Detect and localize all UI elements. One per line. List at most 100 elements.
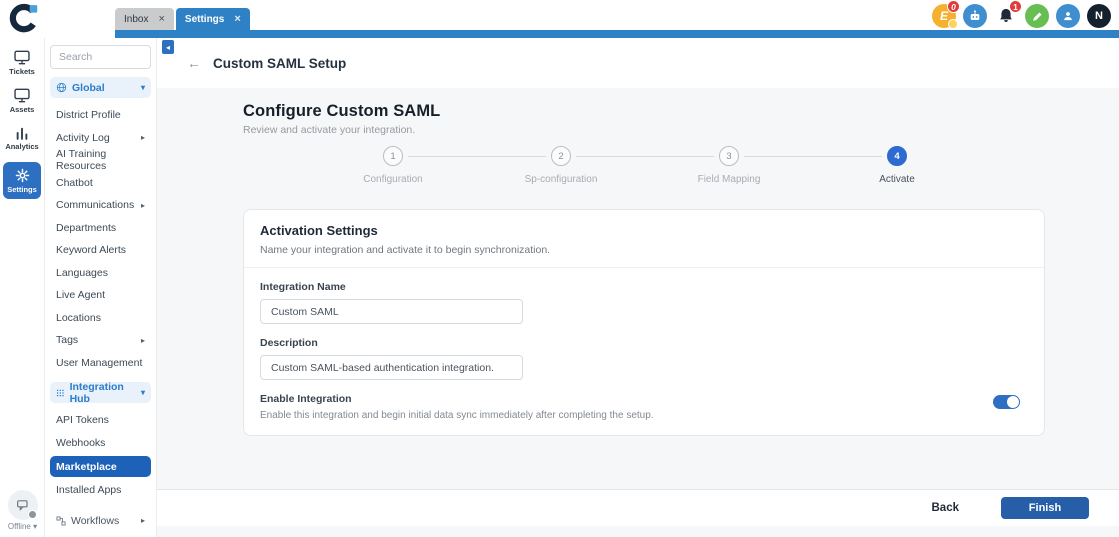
settings-sidebar: Global ▾ District Profile Activity Log▸ … — [45, 38, 157, 537]
item-label: Workflows — [71, 514, 120, 527]
sidebar-item-workflows[interactable]: Workflows ▸ — [50, 510, 151, 533]
tab-settings-close-icon[interactable]: × — [234, 13, 240, 25]
stepper: 1 Configuration 2 Sp-configuration 3 Fie… — [309, 146, 981, 185]
enable-integration-toggle[interactable] — [993, 395, 1020, 409]
step-circle[interactable]: 1 — [383, 146, 403, 166]
tab-inbox[interactable]: Inbox × — [115, 8, 174, 30]
caret-down-icon: ▾ — [140, 83, 145, 92]
item-label: District Profile — [56, 109, 121, 122]
item-label: API Tokens — [56, 414, 109, 427]
sidebar-item-ai-training-resources[interactable]: AI Training Resources — [50, 148, 151, 173]
step-circle[interactable]: 3 — [719, 146, 739, 166]
sidebar-item-languages[interactable]: Languages — [50, 262, 151, 285]
active-tab-strip — [115, 30, 1119, 38]
card-subtitle: Name your integration and activate it to… — [260, 244, 551, 256]
rail-label: Analytics — [5, 142, 39, 151]
integration-name-label: Integration Name — [260, 281, 346, 293]
description-input[interactable] — [260, 355, 523, 380]
user-avatar[interactable]: N — [1087, 4, 1111, 28]
sidebar-section-integration-hub[interactable]: Integration Hub ▾ — [50, 380, 151, 405]
wizard-heading: Configure Custom SAML — [243, 102, 441, 120]
wizard-footer: Back Finish — [157, 489, 1119, 526]
back-button[interactable]: Back — [932, 502, 960, 514]
sidebar-item-communications[interactable]: Communications ▸ — [50, 194, 151, 217]
sidebar-item-installed-apps[interactable]: Installed Apps — [50, 479, 151, 502]
chat-bubble-icon — [7, 490, 38, 520]
item-label: Marketplace — [56, 460, 117, 473]
step-circle[interactable]: 2 — [551, 146, 571, 166]
sidebar-item-api-tokens[interactable]: API Tokens — [50, 409, 151, 432]
section-label: Global — [72, 81, 105, 94]
item-label: Locations — [56, 311, 101, 324]
toggle-knob — [1007, 396, 1019, 408]
wizard-content: Configure Custom SAML Review and activat… — [157, 88, 1119, 436]
sidebar-item-activity-log[interactable]: Activity Log ▸ — [50, 127, 151, 150]
activation-settings-card: Activation Settings Name your integratio… — [243, 209, 1045, 436]
step-label: Field Mapping — [697, 174, 761, 185]
rail-label: Settings — [7, 185, 37, 194]
tab-bar: Inbox × Settings × — [115, 8, 252, 30]
rail-item-analytics[interactable]: Analytics — [3, 125, 41, 151]
description-field-group: Description — [260, 337, 1028, 380]
app-logo-icon[interactable] — [5, 2, 41, 34]
rail-item-assets[interactable]: Assets — [3, 87, 41, 114]
item-label: User Management — [56, 356, 143, 369]
sidebar-item-keyword-alerts[interactable]: Keyword Alerts — [50, 239, 151, 262]
monitor-icon — [14, 88, 30, 103]
integration-name-input[interactable] — [260, 299, 523, 324]
caret-down-icon: ▾ — [140, 388, 145, 397]
sidebar-item-tags[interactable]: Tags ▸ — [50, 329, 151, 352]
step-label: Configuration — [363, 174, 423, 185]
wizard-subheading: Review and activate your integration. — [243, 124, 416, 136]
tab-inbox-label: Inbox — [124, 13, 149, 25]
item-label: Webhooks — [56, 436, 106, 449]
bell-badge: 1 — [1009, 0, 1022, 13]
section-label: Integration Hub — [69, 380, 124, 405]
page-header: ← Custom SAML Setup — [157, 38, 1119, 88]
sidebar-collapse-button[interactable]: ◂ — [162, 40, 174, 54]
sidebar-item-district-profile[interactable]: District Profile — [50, 104, 151, 127]
status-dot — [27, 510, 37, 519]
step-field-mapping: 3 Field Mapping — [576, 146, 813, 185]
bar-chart-icon — [16, 127, 28, 140]
back-arrow-icon[interactable]: ← — [187, 55, 201, 71]
sidebar-item-locations[interactable]: Locations — [50, 307, 151, 330]
agent-person-icon[interactable] — [1056, 4, 1080, 28]
item-label: Installed Apps — [56, 484, 122, 497]
step-circle[interactable]: 4 — [887, 146, 907, 166]
sidebar-item-chatbot[interactable]: Chatbot — [50, 172, 151, 195]
sidebar-item-webhooks[interactable]: Webhooks — [50, 432, 151, 455]
monitor-icon — [14, 50, 30, 65]
coins-icon[interactable]: E 0 — [932, 0, 960, 29]
search-input[interactable] — [50, 45, 151, 69]
grid-icon — [56, 389, 64, 396]
sidebar-item-live-agent[interactable]: Live Agent — [50, 284, 151, 307]
item-label: AI Training Resources — [56, 148, 107, 173]
rail-item-settings[interactable]: Settings — [3, 162, 41, 199]
step-label: Activate — [879, 174, 915, 185]
main-content: ◂ ← Custom SAML Setup Configure Custom S… — [157, 38, 1119, 537]
finish-button[interactable]: Finish — [1001, 497, 1089, 519]
chat-status-control[interactable]: Offline ▾ — [0, 490, 45, 531]
step-label: Sp-configuration — [524, 174, 598, 185]
topbar-actions: E 0 1 N — [932, 0, 1111, 29]
rail-item-tickets[interactable]: Tickets — [3, 49, 41, 76]
description-label: Description — [260, 337, 318, 349]
sidebar-section-global[interactable]: Global ▾ — [50, 77, 151, 98]
rail-label: Assets — [9, 105, 35, 114]
page-title: Custom SAML Setup — [213, 55, 347, 71]
rail-label: Tickets — [9, 67, 35, 76]
integration-name-field-group: Integration Name — [260, 281, 1028, 324]
notifications-bell-icon[interactable]: 1 — [994, 0, 1022, 28]
item-label: Communications — [56, 199, 135, 212]
sidebar-item-departments[interactable]: Departments — [50, 217, 151, 240]
bot-icon[interactable] — [963, 4, 987, 28]
item-label: Activity Log — [56, 131, 110, 144]
edit-pencil-icon[interactable] — [1025, 4, 1049, 28]
tab-inbox-close-icon[interactable]: × — [158, 13, 164, 25]
coins-letter: E — [939, 9, 948, 23]
item-label: Tags — [56, 334, 79, 347]
sidebar-item-user-management[interactable]: User Management — [50, 352, 151, 375]
tab-settings[interactable]: Settings × — [175, 8, 250, 30]
sidebar-item-marketplace[interactable]: Marketplace — [50, 456, 151, 477]
